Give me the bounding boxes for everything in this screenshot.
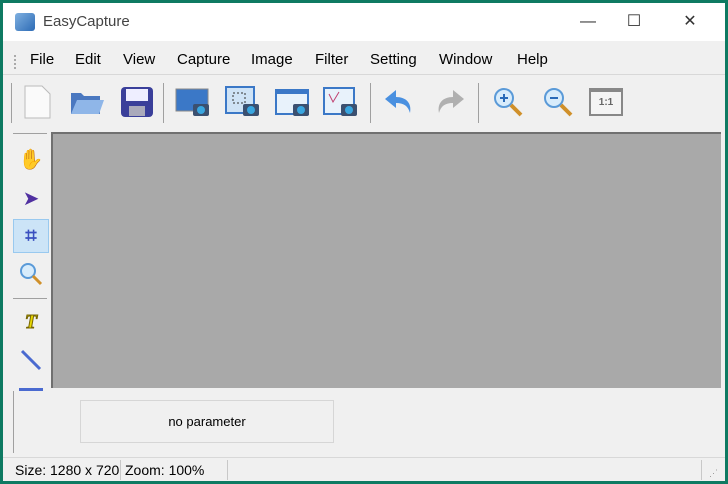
menu-filter[interactable]: Filter	[315, 51, 348, 68]
menu-setting[interactable]: Setting	[370, 51, 417, 68]
menu-image[interactable]: Image	[251, 51, 293, 68]
folder-open-icon	[71, 93, 104, 114]
text-t-icon: T	[24, 310, 38, 333]
crop-icon: ⌗	[25, 224, 37, 247]
move-tool[interactable]: ➤	[13, 181, 49, 215]
new-file-button[interactable]	[17, 82, 57, 122]
magnifier-tool[interactable]	[13, 257, 49, 291]
toolbar: 1:1	[3, 77, 725, 129]
app-window: EasyCapture — ☐ ✕ File Edit View Capture…	[3, 3, 725, 481]
save-button[interactable]	[117, 82, 157, 122]
capture-window-icon	[275, 89, 309, 116]
status-size: Size: 1280 x 720	[15, 462, 120, 478]
image-canvas[interactable]	[51, 132, 721, 388]
hand-tool[interactable]: ✋	[13, 142, 49, 176]
status-bar: Size: 1280 x 720 Zoom: 100% ⋰	[3, 457, 725, 481]
open-button[interactable]	[67, 82, 107, 122]
capture-region-icon	[225, 86, 259, 116]
minimize-button[interactable]: —	[565, 7, 611, 37]
title-bar: EasyCapture — ☐ ✕	[3, 3, 725, 41]
menu-bar: File Edit View Capture Image Filter Sett…	[3, 43, 725, 75]
floppy-disk-icon	[121, 87, 153, 117]
maximize-button[interactable]: ☐	[611, 7, 657, 37]
menu-view[interactable]: View	[123, 51, 155, 68]
text-tool[interactable]: T	[13, 305, 49, 339]
menu-capture[interactable]: Capture	[177, 51, 230, 68]
capture-screen-button[interactable]	[173, 82, 213, 122]
zoom-in-icon	[494, 88, 523, 117]
menu-edit[interactable]: Edit	[75, 51, 101, 68]
resize-grip[interactable]: ⋰	[709, 468, 718, 479]
redo-button[interactable]	[429, 82, 469, 122]
close-button[interactable]: ✕	[667, 7, 713, 37]
zoom-actual-size-button[interactable]: 1:1	[586, 82, 626, 122]
magnifier-icon	[20, 263, 43, 286]
capture-screen-icon	[175, 88, 209, 116]
zoom-actual-label: 1:1	[589, 88, 623, 116]
capture-freehand-button[interactable]	[321, 82, 361, 122]
zoom-in-button[interactable]	[488, 82, 528, 122]
capture-freehand-icon	[323, 87, 357, 116]
status-zoom: Zoom: 100%	[125, 462, 205, 478]
move-pointer-icon: ➤	[22, 187, 40, 210]
window-title: EasyCapture	[43, 13, 130, 30]
undo-button[interactable]	[380, 82, 420, 122]
line-tool[interactable]	[13, 343, 49, 377]
parameter-panel: no parameter	[80, 400, 334, 443]
menu-file[interactable]: File	[30, 51, 54, 68]
line-style-icon[interactable]	[19, 388, 43, 391]
line-icon	[20, 349, 42, 371]
redo-icon	[438, 90, 464, 113]
zoom-out-icon	[544, 88, 573, 117]
new-file-icon	[24, 85, 51, 119]
menu-help[interactable]: Help	[517, 51, 548, 68]
app-icon	[15, 13, 35, 31]
hand-icon: ✋	[18, 148, 44, 171]
menu-window[interactable]: Window	[439, 51, 492, 68]
capture-region-button[interactable]	[223, 82, 263, 122]
zoom-out-button[interactable]	[538, 82, 578, 122]
capture-window-button[interactable]	[273, 82, 313, 122]
tool-strip: ✋ ➤ ⌗ T	[11, 133, 51, 393]
undo-icon	[385, 90, 411, 113]
crop-tool[interactable]: ⌗	[13, 219, 49, 253]
menu-grip[interactable]	[14, 55, 17, 69]
